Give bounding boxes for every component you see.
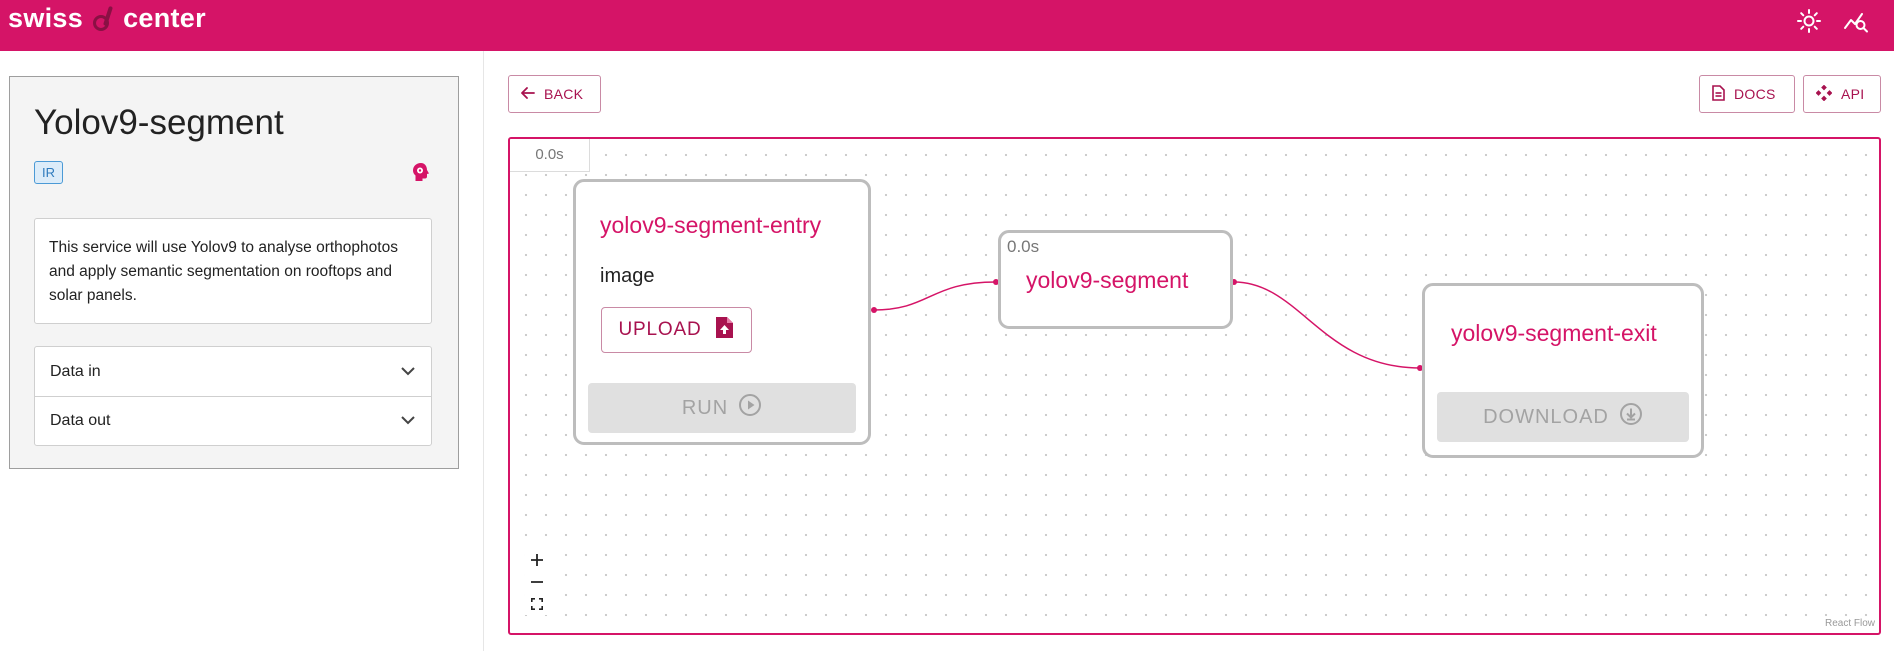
back-label: BACK (544, 86, 584, 102)
upload-button[interactable]: UPLOAD (601, 307, 752, 353)
exit-node-title: yolov9-segment-exit (1451, 320, 1657, 346)
react-flow-attribution[interactable]: React Flow (1825, 618, 1875, 629)
file-upload-icon (715, 316, 734, 345)
play-circle-icon (738, 393, 762, 423)
service-description: This service will use Yolov9 to analyse … (34, 218, 432, 324)
run-button[interactable]: RUN (588, 383, 856, 433)
brand-text-left: swiss (8, 3, 84, 33)
accordion-label: Data out (50, 412, 111, 429)
download-button[interactable]: DOWNLOAD (1437, 392, 1689, 442)
exit-node[interactable]: yolov9-segment-exit DOWNLOAD (1422, 283, 1704, 458)
global-timer: 0.0s (510, 139, 590, 172)
accordion-data-in[interactable]: Data in (35, 347, 431, 396)
docs-label: DOCS (1734, 86, 1776, 102)
brand-mark-icon (92, 5, 114, 32)
back-button[interactable]: BACK (508, 75, 601, 113)
zoom-in-button[interactable] (525, 549, 549, 571)
api-label: API (1841, 86, 1865, 102)
edge-entry-to-service (873, 281, 997, 311)
zoom-controls (525, 549, 549, 615)
entry-node[interactable]: yolov9-segment-entry image UPLOAD RUN (573, 179, 871, 445)
analytics-search-icon[interactable] (1843, 8, 1869, 34)
document-icon (1712, 84, 1725, 104)
service-title: Yolov9-segment (34, 103, 284, 142)
service-timer: 0.0s (1007, 237, 1040, 256)
brand-text-right: center (123, 3, 206, 33)
flow-canvas[interactable]: 0.0s yolov9-segment-entry image UPLOAD R… (508, 137, 1881, 635)
chevron-down-icon (401, 412, 415, 430)
entry-node-title: yolov9-segment-entry (600, 212, 822, 238)
zoom-out-button[interactable] (525, 571, 549, 593)
input-label: image (600, 265, 655, 287)
data-accordion: Data in Data out (34, 346, 432, 446)
service-card: Yolov9-segment IR This service will use … (9, 76, 459, 469)
brain-icon (410, 161, 432, 183)
accordion-data-out[interactable]: Data out (35, 396, 431, 445)
sidebar: Yolov9-segment IR This service will use … (0, 51, 484, 651)
download-label: DOWNLOAD (1483, 405, 1609, 428)
accordion-label: Data in (50, 362, 101, 380)
api-icon (1815, 84, 1833, 104)
service-node-title: yolov9-segment (1026, 267, 1189, 293)
download-circle-icon (1619, 402, 1643, 432)
fit-view-button[interactable] (525, 593, 549, 615)
arrow-left-icon (521, 86, 535, 102)
top-app-bar: swiss center (0, 0, 1894, 51)
brand-logo[interactable]: swiss center (8, 3, 206, 34)
api-button[interactable]: API (1803, 75, 1881, 113)
run-label: RUN (681, 396, 729, 419)
docs-button[interactable]: DOCS (1699, 75, 1795, 113)
chevron-down-icon (401, 363, 415, 381)
edge-service-to-exit (1233, 281, 1421, 369)
upload-label: UPLOAD (618, 319, 702, 340)
entry-output-handle (871, 307, 877, 313)
service-node[interactable]: 0.0s yolov9-segment (998, 230, 1233, 329)
sun-icon[interactable] (1796, 8, 1822, 34)
service-badge: IR (34, 161, 63, 184)
